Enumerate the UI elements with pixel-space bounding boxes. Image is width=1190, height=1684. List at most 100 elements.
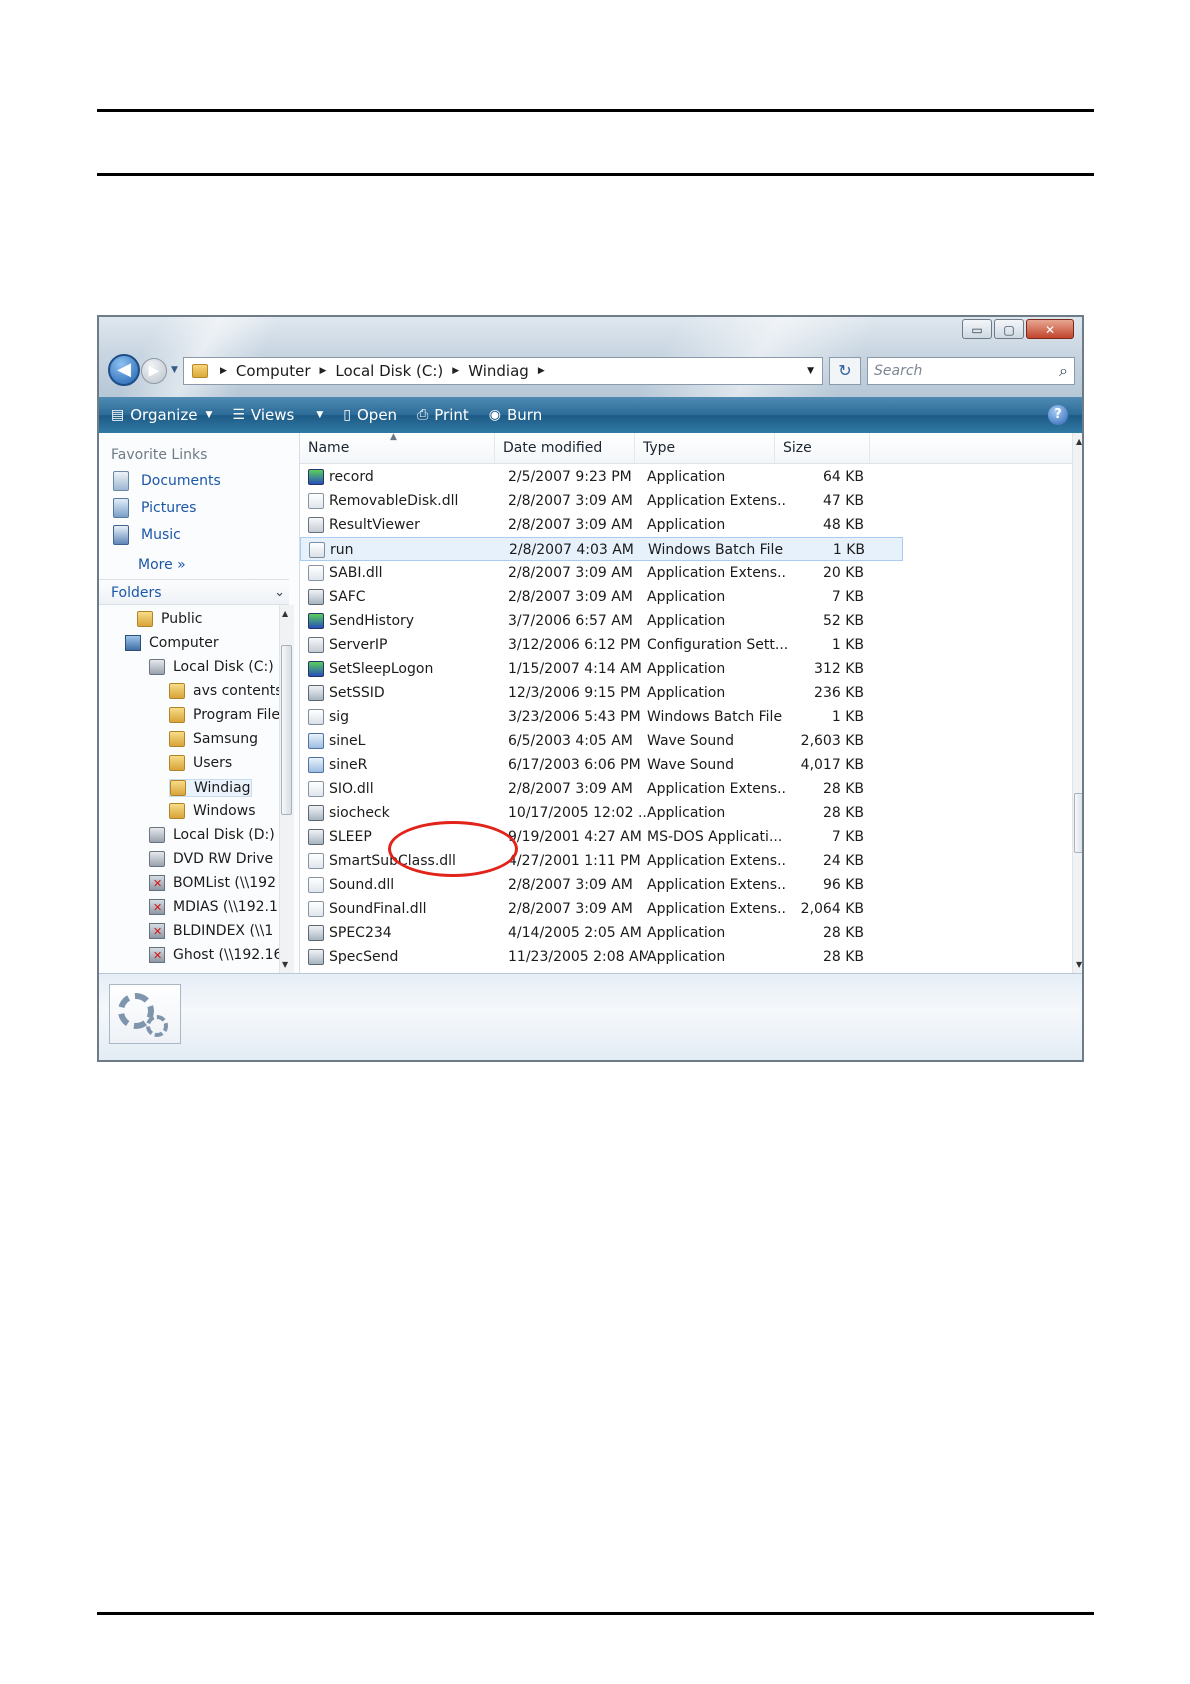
tree-node[interactable]: Windows [169, 803, 256, 819]
tree-node[interactable]: Users [169, 755, 232, 771]
favorite-link-music[interactable]: Music [113, 525, 181, 545]
file-name-cell: SendHistory [308, 609, 493, 633]
file-name: SAFC [329, 589, 366, 605]
tree-node[interactable]: Samsung [169, 731, 258, 747]
file-size: 28 KB [822, 805, 864, 821]
file-row[interactable]: Sound.dll 2/8/2007 3:09 AM Application Ext… [300, 873, 1072, 897]
minimize-button[interactable]: ▭ [962, 319, 992, 339]
file-name: sineR [329, 757, 368, 773]
breadcrumb-separator-icon[interactable]: ▶ [452, 366, 459, 376]
tree-node[interactable]: avs contents [169, 683, 279, 699]
file-name: SABI.dll [329, 565, 383, 581]
back-button[interactable]: ◀ [108, 354, 140, 386]
breadcrumb-windiag[interactable]: Windiag [468, 362, 529, 380]
tree-node[interactable]: Program Files [169, 707, 279, 723]
tree-node[interactable]: Public [137, 611, 202, 627]
file-type: Application [647, 805, 726, 821]
column-size[interactable]: Size [775, 433, 870, 463]
scroll-down-icon[interactable]: ▼ [282, 960, 288, 969]
organize-button[interactable]: ▤ Organize ▼ [111, 406, 212, 424]
file-size: 312 KB [814, 661, 864, 677]
tree-node[interactable]: Ghost (\\192.16 [149, 947, 279, 963]
file-row[interactable]: SABI.dll 2/8/2007 3:09 AM Application Exte… [300, 561, 1072, 585]
favorite-link-pictures[interactable]: Pictures [113, 498, 196, 518]
configuration-icon [308, 637, 324, 653]
folder-tree-scrollbar[interactable]: ▲ ▼ [279, 605, 294, 973]
scroll-down-icon[interactable]: ▼ [1076, 960, 1082, 969]
file-row[interactable]: RemovableDisk.dll 2/8/2007 3:09 AM Applica… [300, 489, 1072, 513]
breadcrumb-separator-icon[interactable]: ▶ [538, 366, 545, 376]
file-size: 64 KB [822, 469, 864, 485]
tree-node[interactable]: Computer [125, 635, 219, 651]
tree-node[interactable]: MDIAS (\\192.1 [149, 899, 278, 915]
tree-node[interactable]: Windiag [169, 779, 252, 797]
file-date-modified: 10/17/2005 12:02 ... [508, 805, 648, 821]
highlight-circle [388, 821, 518, 877]
breadcrumb-computer[interactable]: Computer [236, 362, 311, 380]
file-row[interactable]: ServerIP 3/12/2006 6:12 PM Configuration S… [300, 633, 1072, 657]
file-row[interactable]: sineR 6/17/2003 6:06 PM Wave Sound 4,017 KB [300, 753, 1072, 777]
file-type: Application [647, 925, 726, 941]
tree-node[interactable]: Local Disk (D:) [149, 827, 275, 843]
file-row[interactable]: SPEC234 4/14/2005 2:05 AM Application 28 KB [300, 921, 1072, 945]
tree-node[interactable]: BOMList (\\192 [149, 875, 276, 891]
refresh-button[interactable]: ↻ [829, 357, 861, 385]
file-row[interactable]: record 2/5/2007 9:23 PM Application 64 KB [300, 465, 1072, 489]
file-row[interactable]: ResultViewer 2/8/2007 3:09 AM Application 4… [300, 513, 1072, 537]
close-button[interactable]: ✕ [1026, 319, 1074, 339]
forward-button[interactable]: ▶ [141, 358, 167, 384]
search-icon[interactable]: ⌕ [1059, 358, 1068, 384]
tree-node-label: BOMList (\\192 [173, 875, 276, 891]
organize-icon: ▤ [111, 407, 125, 423]
print-button[interactable]: ⎙ Print [417, 406, 469, 424]
help-button[interactable]: ? [1048, 405, 1068, 425]
file-name-cell: ResultViewer [308, 513, 493, 537]
more-links[interactable]: More » [138, 557, 186, 573]
tree-node[interactable]: BLDINDEX (\\1 [149, 923, 273, 939]
documents-icon [113, 471, 129, 491]
folders-header[interactable]: Folders ⌄ [99, 579, 289, 605]
open-button[interactable]: ▯ Open [343, 406, 397, 424]
folder-icon [169, 707, 185, 723]
printer-icon: ⎙ [417, 407, 429, 423]
column-label: Name [308, 440, 350, 456]
file-row[interactable]: sineL 6/5/2003 4:05 AM Wave Sound 2,603 KB [300, 729, 1072, 753]
scroll-up-icon[interactable]: ▲ [1076, 437, 1082, 446]
tree-node[interactable]: Local Disk (C:) [149, 659, 274, 675]
network-drive-icon [149, 923, 165, 939]
maximize-button[interactable]: ▢ [994, 319, 1024, 339]
scroll-thumb[interactable] [281, 645, 292, 815]
views-button[interactable]: ☰ Views ▼ [232, 406, 323, 424]
column-name[interactable]: ▲ Name [300, 432, 495, 463]
folders-label: Folders [111, 585, 162, 601]
breadcrumb-separator-icon[interactable]: ▶ [320, 366, 327, 376]
file-row[interactable]: sig 3/23/2006 5:43 PM Windows Batch File 1 … [300, 705, 1072, 729]
file-list-scrollbar[interactable]: ▲ ▼ [1072, 433, 1082, 973]
column-type[interactable]: Type [635, 433, 775, 463]
file-row[interactable]: SoundFinal.dll 2/8/2007 3:09 AM Applicatio… [300, 897, 1072, 921]
recent-pages-dropdown-icon[interactable]: ▼ [171, 365, 178, 375]
favorite-links-header: Favorite Links [111, 447, 208, 463]
scroll-thumb[interactable] [1074, 793, 1082, 853]
file-row[interactable]: run 2/8/2007 4:03 AM Windows Batch File 1 K… [300, 537, 903, 561]
file-row[interactable]: SetSSID 12/3/2006 9:15 PM Application 236 K… [300, 681, 1072, 705]
file-row[interactable]: SIO.dll 2/8/2007 3:09 AM Application Exten… [300, 777, 1072, 801]
file-row[interactable]: SpecSend 11/23/2005 2:08 AM Application 28 … [300, 945, 1072, 969]
file-row[interactable]: SendHistory 3/7/2006 6:57 AM Application 52… [300, 609, 1072, 633]
scroll-up-icon[interactable]: ▲ [282, 609, 288, 618]
address-bar[interactable]: ▶ Computer ▶ Local Disk (C:) ▶ Windiag ▶… [183, 357, 823, 385]
file-name-cell: SetSleepLogon [308, 657, 493, 681]
file-row[interactable]: siocheck 10/17/2005 12:02 ... Application 2… [300, 801, 1072, 825]
file-type: Application Extens... [647, 901, 787, 917]
column-date-modified[interactable]: Date modified [495, 433, 635, 463]
breadcrumb-local-disk-c[interactable]: Local Disk (C:) [335, 362, 443, 380]
favorite-link-documents[interactable]: Documents [113, 471, 221, 491]
address-dropdown-icon[interactable]: ▼ [807, 366, 814, 376]
breadcrumb-separator-icon[interactable]: ▶ [220, 366, 227, 376]
file-row[interactable]: SetSleepLogon 1/15/2007 4:14 AM Applicatio… [300, 657, 1072, 681]
burn-button[interactable]: ◉ Burn [489, 406, 542, 424]
search-input[interactable]: Search ⌕ [867, 357, 1075, 385]
tree-node[interactable]: DVD RW Drive [149, 851, 273, 867]
file-row[interactable]: SAFC 2/8/2007 3:09 AM Application 7 KB [300, 585, 1072, 609]
tree-node-label: Users [193, 755, 233, 771]
